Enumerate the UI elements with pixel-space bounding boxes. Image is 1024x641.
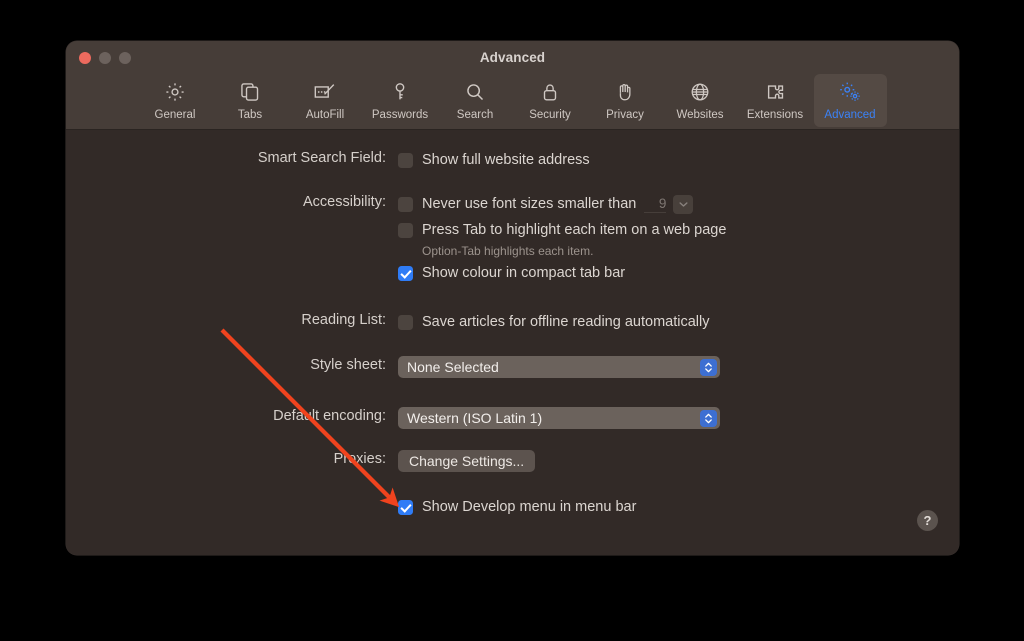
- develop-menu-row[interactable]: Show Develop menu in menu bar: [398, 496, 636, 518]
- tab-label: AutoFill: [305, 109, 345, 121]
- gear-icon: [164, 79, 186, 105]
- checkbox-label: Show Develop menu in menu bar: [422, 499, 637, 515]
- accessibility-label: Accessibility:: [303, 194, 386, 210]
- setting-smart-search-field: Smart Search Field: Show full website ad…: [66, 149, 590, 171]
- show-full-website-address-checkbox[interactable]: [398, 152, 413, 168]
- magnifier-icon: [464, 79, 486, 105]
- chevron-down-icon[interactable]: [673, 194, 694, 214]
- default-encoding-select[interactable]: Western (ISO Latin 1): [398, 407, 720, 429]
- tab-extensions[interactable]: Extensions: [739, 74, 812, 127]
- tab-search[interactable]: Search: [439, 74, 512, 127]
- never-use-font-sizes-checkbox[interactable]: [398, 196, 413, 212]
- tab-passwords[interactable]: Passwords: [364, 74, 437, 127]
- checkbox-label: Never use font sizes smaller than: [422, 196, 637, 212]
- preferences-window: Advanced General Tabs AutoFill Passwords…: [66, 41, 959, 555]
- save-articles-row[interactable]: Save articles for offline reading automa…: [398, 311, 709, 333]
- updown-chevron-icon[interactable]: [700, 358, 717, 376]
- setting-proxies: Proxies: Change Settings...: [66, 450, 536, 472]
- tab-label: Tabs: [237, 109, 263, 121]
- globe-icon: [689, 79, 711, 105]
- close-button-icon[interactable]: [79, 52, 91, 64]
- font-size-value[interactable]: 9: [644, 196, 667, 213]
- traffic-lights: [79, 52, 131, 64]
- press-tab-row[interactable]: Press Tab to highlight each item on a we…: [398, 219, 726, 241]
- font-size-stepper[interactable]: 9: [644, 194, 694, 214]
- double-gear-icon: [838, 79, 862, 105]
- tab-label: General: [154, 109, 196, 121]
- preferences-toolbar: General Tabs AutoFill Passwords Search S…: [66, 73, 959, 130]
- tab-label: Advanced: [824, 109, 876, 121]
- show-colour-compact-tab-bar-checkbox[interactable]: [398, 265, 413, 281]
- save-articles-offline-checkbox[interactable]: [398, 314, 413, 330]
- show-develop-menu-checkbox[interactable]: [398, 499, 413, 515]
- help-button[interactable]: ?: [917, 510, 938, 531]
- reading-list-label: Reading List:: [301, 312, 386, 328]
- window-title: Advanced: [479, 49, 546, 65]
- autofill-pencil-icon: [313, 79, 337, 105]
- press-tab-highlight-checkbox[interactable]: [398, 222, 413, 238]
- tab-label: Extensions: [746, 109, 804, 121]
- proxies-label: Proxies:: [333, 451, 386, 467]
- setting-reading-list: Reading List: Save articles for offline …: [66, 311, 709, 333]
- tab-websites[interactable]: Websites: [664, 74, 737, 127]
- checkbox-label: Show full website address: [422, 152, 590, 168]
- default-encoding-label: Default encoding:: [273, 408, 386, 424]
- tab-general[interactable]: General: [139, 74, 212, 127]
- tab-label: Websites: [676, 109, 724, 121]
- setting-default-encoding: Default encoding: Western (ISO Latin 1): [66, 407, 720, 429]
- lock-icon: [539, 79, 561, 105]
- puzzle-piece-icon: [764, 79, 787, 105]
- style-sheet-label: Style sheet:: [310, 357, 386, 373]
- checkbox-label: Show colour in compact tab bar: [422, 265, 626, 281]
- tab-security[interactable]: Security: [514, 74, 587, 127]
- tab-privacy[interactable]: Privacy: [589, 74, 662, 127]
- key-icon: [389, 79, 411, 105]
- option-tab-hint: Option-Tab highlights each item.: [422, 244, 594, 258]
- screen: Advanced General Tabs AutoFill Passwords…: [0, 0, 1024, 641]
- tab-tabs[interactable]: Tabs: [214, 74, 287, 127]
- updown-chevron-icon[interactable]: [700, 409, 717, 427]
- window-titlebar: Advanced: [66, 41, 959, 73]
- zoom-button-icon[interactable]: [119, 52, 131, 64]
- style-sheet-value: None Selected: [407, 359, 499, 375]
- tab-label: Search: [456, 109, 494, 121]
- tab-label: Privacy: [606, 109, 644, 121]
- checkbox-label: Save articles for offline reading automa…: [422, 314, 710, 330]
- tabs-icon: [239, 79, 261, 105]
- setting-style-sheet: Style sheet: None Selected: [66, 356, 720, 378]
- tab-autofill[interactable]: AutoFill: [289, 74, 362, 127]
- style-sheet-select[interactable]: None Selected: [398, 356, 720, 378]
- minimize-button-icon[interactable]: [99, 52, 111, 64]
- default-encoding-value: Western (ISO Latin 1): [407, 410, 543, 426]
- font-size-row[interactable]: Never use font sizes smaller than 9: [398, 193, 726, 215]
- compact-tab-colour-row[interactable]: Show colour in compact tab bar: [398, 262, 726, 284]
- setting-accessibility: Accessibility: Never use font sizes smal…: [66, 193, 726, 284]
- smart-search-field-label: Smart Search Field:: [257, 150, 386, 166]
- tab-label: Passwords: [371, 109, 429, 121]
- change-settings-button[interactable]: Change Settings...: [398, 450, 536, 472]
- advanced-settings-pane: Smart Search Field: Show full website ad…: [66, 130, 959, 555]
- tab-advanced[interactable]: Advanced: [813, 74, 887, 127]
- hand-icon: [614, 79, 636, 105]
- setting-develop-menu: Show Develop menu in menu bar: [66, 496, 636, 518]
- tab-label: Security: [529, 109, 571, 121]
- show-full-address-row[interactable]: Show full website address: [398, 149, 590, 171]
- checkbox-label: Press Tab to highlight each item on a we…: [422, 222, 727, 238]
